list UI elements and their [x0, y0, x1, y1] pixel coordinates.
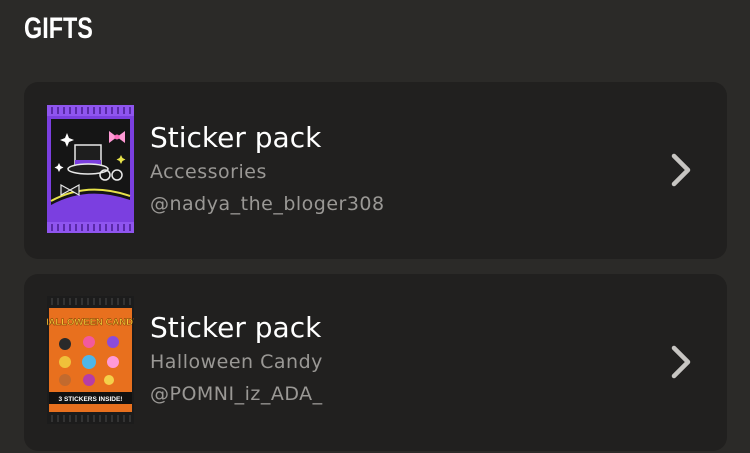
pack-label: HALLOWEEN CANDY: [47, 317, 134, 328]
gift-title: Sticker pack: [150, 311, 322, 344]
gift-card-halloween-candy[interactable]: HALLOWEEN CANDY 3 STICKERS INSIDE! Stick…: [24, 274, 727, 451]
gift-author: @nadya_the_bloger308: [150, 193, 385, 215]
chevron-right-icon[interactable]: [669, 150, 693, 190]
gift-category: Accessories: [150, 161, 267, 183]
gift-category: Halloween Candy: [150, 351, 323, 373]
pack-banner: 3 STICKERS INSIDE!: [59, 396, 123, 403]
accessories-pack-icon: [47, 105, 134, 233]
chevron-right-icon[interactable]: [669, 342, 693, 382]
gift-card-accessories[interactable]: Sticker pack Accessories @nadya_the_blog…: [24, 82, 727, 259]
halloween-candy-pack-icon: HALLOWEEN CANDY 3 STICKERS INSIDE!: [47, 296, 134, 424]
section-title: GIFTS: [24, 12, 93, 45]
gift-title: Sticker pack: [150, 121, 322, 154]
gift-author: @POMNI_iz_ADA_: [150, 383, 323, 405]
